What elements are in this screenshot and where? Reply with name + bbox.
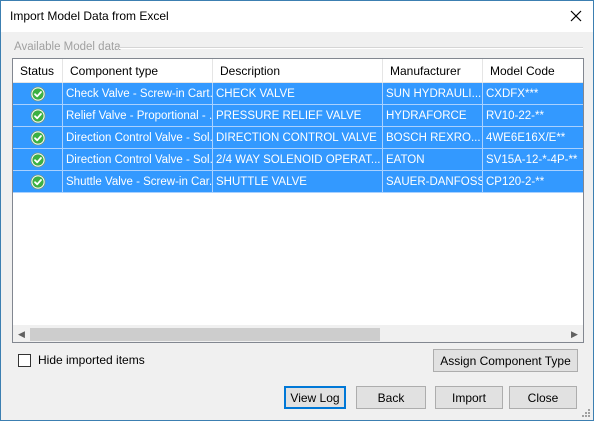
column-header-manufacturer[interactable]: Manufacturer (383, 59, 483, 83)
cell-status (13, 83, 63, 105)
cell-description: 2/4 WAY SOLENOID OPERAT... (213, 149, 383, 171)
table-row[interactable]: Direction Control Valve - Sol... 2/4 WAY … (13, 149, 583, 171)
title-bar: Import Model Data from Excel (1, 1, 593, 32)
cell-component-type: Relief Valve - Proportional - ... (63, 105, 213, 127)
window-close-button[interactable] (559, 1, 593, 31)
cell-status (13, 105, 63, 127)
import-button[interactable]: Import (435, 386, 503, 409)
scroll-left-icon[interactable]: ◀ (13, 326, 30, 342)
window-title: Import Model Data from Excel (10, 9, 169, 23)
cell-description: PRESSURE RELIEF VALVE (213, 105, 383, 127)
hide-imported-label: Hide imported items (38, 353, 145, 367)
import-dialog: Import Model Data from Excel Available M… (0, 0, 594, 421)
column-header-component-type[interactable]: Component type (63, 59, 213, 83)
cell-manufacturer: HYDRAFORCE (383, 105, 483, 127)
cell-model-code: CXDFX*** (486, 88, 539, 100)
cell-description: DIRECTION CONTROL VALVE (213, 127, 383, 149)
back-button[interactable]: Back (356, 386, 426, 409)
horizontal-scrollbar[interactable]: ◀ ▶ (13, 325, 583, 342)
model-data-table[interactable]: Status Component type Description Manufa… (12, 58, 584, 343)
check-circle-icon (30, 86, 45, 102)
check-circle-icon (30, 130, 45, 146)
scroll-thumb[interactable] (30, 328, 380, 341)
check-circle-icon (30, 108, 45, 124)
column-header-description[interactable]: Description (213, 59, 383, 83)
check-circle-icon (30, 152, 45, 168)
column-header-model-code[interactable]: Model Code (483, 59, 583, 83)
cell-manufacturer: BOSCH REXRO... (383, 127, 483, 149)
cell-description: CHECK VALVE (213, 83, 383, 105)
group-label: Available Model data (14, 41, 125, 53)
cell-component-type: Direction Control Valve - Sol... (63, 127, 213, 149)
table-row[interactable]: Shuttle Valve - Screw-in Car... SHUTTLE V… (13, 171, 583, 193)
cell-status (13, 149, 63, 171)
cell-description: SHUTTLE VALVE (213, 171, 383, 193)
close-button[interactable]: Close (509, 386, 577, 409)
cell-component-type: Shuttle Valve - Screw-in Car... (63, 171, 213, 193)
cell-status (13, 171, 63, 193)
cell-status (13, 127, 63, 149)
cell-model-code: SV15A-12-*-4P-** (486, 154, 578, 166)
cell-model-code: 4WE6E16X/E** (486, 132, 566, 144)
cell-manufacturer: EATON (383, 149, 483, 171)
group-divider (119, 47, 583, 49)
cell-model-code: CP120-2-** (486, 176, 545, 188)
table-body: Check Valve - Screw-in Cart... CHECK VALV… (13, 83, 583, 193)
cell-model-code: RV10-22-** (486, 110, 544, 122)
resize-grip-icon[interactable] (581, 408, 591, 418)
cell-manufacturer: SUN HYDRAULI... (383, 83, 483, 105)
hide-imported-option[interactable]: Hide imported items (18, 353, 145, 367)
assign-component-type-button[interactable]: Assign Component Type (433, 349, 578, 372)
view-log-button[interactable]: View Log (284, 386, 346, 409)
close-icon (570, 10, 582, 22)
cell-component-type: Check Valve - Screw-in Cart... (63, 83, 213, 105)
table-header: Status Component type Description Manufa… (13, 59, 583, 83)
cell-manufacturer: SAUER-DANFOSS (383, 171, 483, 193)
table-row[interactable]: Check Valve - Screw-in Cart... CHECK VALV… (13, 83, 583, 105)
column-header-status[interactable]: Status (13, 59, 63, 83)
check-circle-icon (30, 174, 45, 190)
cell-component-type: Direction Control Valve - Sol... (63, 149, 213, 171)
scroll-right-icon[interactable]: ▶ (566, 326, 583, 342)
hide-imported-checkbox[interactable] (18, 353, 31, 367)
table-row[interactable]: Direction Control Valve - Sol... DIRECTIO… (13, 127, 583, 149)
table-row[interactable]: Relief Valve - Proportional - ... PRESSUR… (13, 105, 583, 127)
